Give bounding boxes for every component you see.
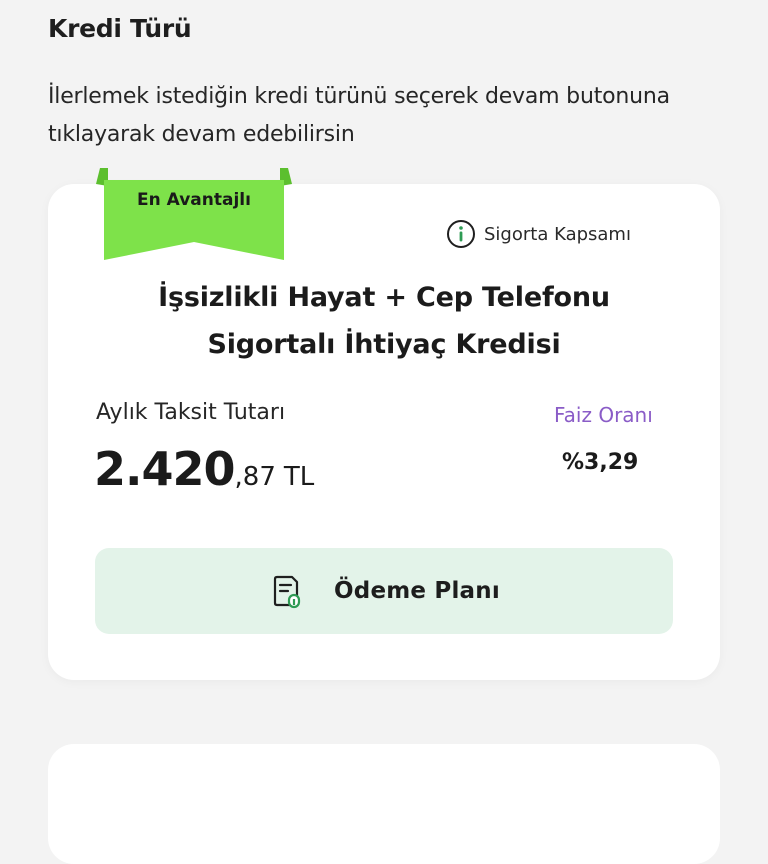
best-offer-ribbon: En Avantajlı [96,168,292,260]
amount-main: 2.420 [94,442,236,496]
document-plan-icon [273,575,301,609]
installment-label: Aylık Taksit Tutarı [96,400,286,425]
section-title: Kredi Türü [48,14,192,43]
loan-option-card-next[interactable] [48,744,720,864]
product-title-line2: Sigortalı İhtiyaç Kredisi [207,329,561,360]
info-icon [447,220,475,248]
product-title-line1: İşsizlikli Hayat + Cep Telefonu [158,282,610,313]
amount-currency: TL [283,462,315,492]
interest-rate-label: Faiz Oranı [554,403,653,427]
insurance-coverage-link[interactable]: Sigorta Kapsamı [446,219,631,249]
interest-rate-value: %3,29 [562,450,639,475]
payment-plan-button[interactable]: Ödeme Planı [95,548,673,634]
installment-amount: 2.420,87 TL [94,442,314,496]
product-title: İşsizlikli Hayat + Cep Telefonu Sigortal… [48,274,720,368]
ribbon-label: En Avantajlı [137,190,251,210]
amount-decimal: ,87 [234,462,276,492]
section-description: İlerlemek istediğin kredi türünü seçerek… [48,84,670,147]
ribbon-shape-icon [96,168,292,260]
insurance-coverage-label: Sigorta Kapsamı [484,223,631,245]
payment-plan-label: Ödeme Planı [334,578,500,604]
